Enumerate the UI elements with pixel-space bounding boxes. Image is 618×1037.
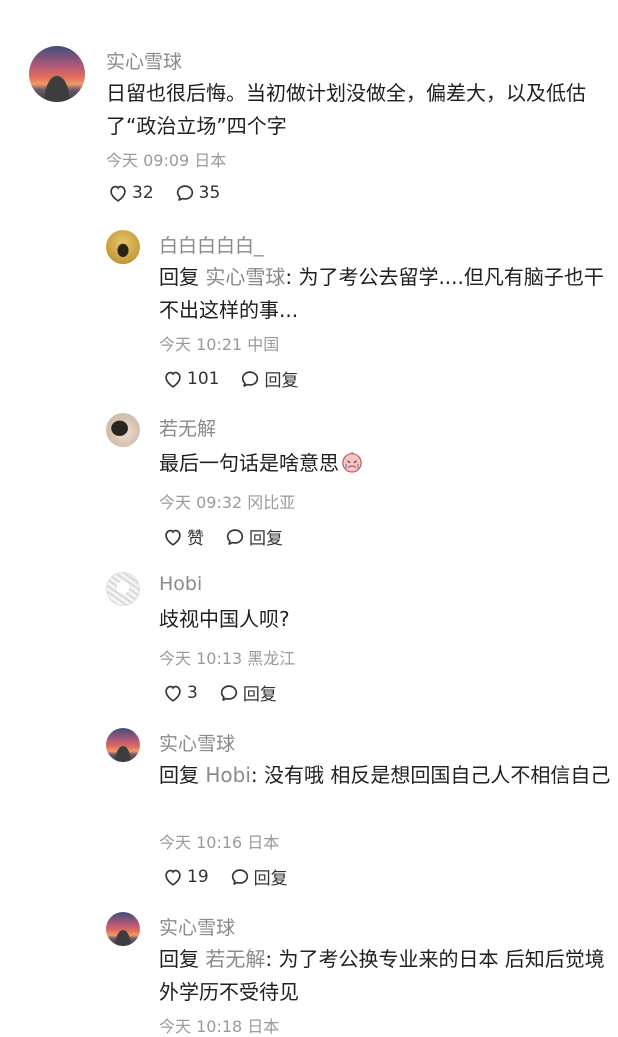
like-count: 3 [187, 682, 198, 703]
comment-text: 最后一句话是啥意思 [159, 447, 611, 480]
username[interactable]: 实心雪球 [159, 729, 235, 756]
reply-target[interactable]: 若无解 [205, 947, 265, 971]
username[interactable]: Hobi [159, 573, 202, 595]
avatar[interactable] [29, 46, 85, 102]
chat-bubble-icon [220, 684, 237, 701]
like-label: 赞 [187, 529, 204, 549]
reply-button[interactable]: 回复 [218, 680, 277, 705]
like-button[interactable]: 19 [162, 866, 209, 888]
comment-meta: 今天 10:18 日本 [159, 1017, 280, 1036]
reply-prefix: 回复 [159, 265, 199, 289]
comment-text: 日留也很后悔。当初做计划没做全，偏差大，以及低估了“政治立场”四个字 [106, 81, 586, 138]
reply-target[interactable]: Hobi [205, 763, 251, 787]
comment-meta: 今天 10:13 黑龙江 [159, 649, 296, 668]
avatar[interactable] [106, 572, 140, 606]
avatar[interactable] [106, 413, 140, 447]
reply-button[interactable]: 回复 [229, 864, 288, 889]
username[interactable]: 实心雪球 [106, 47, 182, 74]
reply-button[interactable]: 回复 [224, 524, 283, 549]
reply-label: 回复 [264, 371, 299, 391]
reply-label: 回复 [253, 869, 288, 889]
heart-icon [165, 371, 181, 388]
comment-actions: 19 回复 [162, 864, 308, 889]
comment-actions: 101 回复 [162, 366, 318, 391]
comment-text: 回复 Hobi: 没有哦 相反是想回国自己人不相信自己 [159, 759, 611, 792]
avatar[interactable] [106, 728, 140, 762]
like-button[interactable]: 3 [162, 682, 198, 704]
comment-actions: 赞 回复 [162, 524, 303, 549]
heart-icon [165, 685, 181, 702]
like-count: 32 [132, 183, 154, 203]
chat-bubble-icon [176, 185, 193, 201]
reply-prefix: 回复 [159, 763, 199, 787]
comment-text: 回复 若无解: 为了考公换专业来的日本 后知后觉境外学历不受待见 [159, 943, 611, 1009]
like-button[interactable]: 101 [162, 368, 219, 390]
chat-bubble-icon [226, 528, 244, 545]
chat-bubble-icon [242, 370, 259, 387]
comment-body: 最后一句话是啥意思 [159, 451, 339, 475]
reply-prefix: 回复 [159, 947, 199, 971]
comment-meta: 今天 09:09 日本 [106, 151, 227, 170]
comment-text: 回复 实心雪球: 为了考公去留学....但凡有脑子也干不出这样的事... [159, 261, 611, 327]
reply-label: 回复 [242, 685, 277, 705]
reply-target[interactable]: 实心雪球 [205, 265, 285, 289]
heart-icon [165, 869, 181, 886]
username[interactable]: 若无解 [159, 414, 216, 441]
reply-body: : 没有哦 相反是想回国自己人不相信自己 [250, 763, 611, 787]
crying-face-sticker [342, 452, 362, 473]
reply-button[interactable]: 回复 [239, 366, 298, 391]
like-count: 101 [187, 368, 220, 389]
reply-count: 35 [198, 183, 221, 203]
comment-meta: 今天 10:21 中国 [159, 335, 280, 354]
like-button[interactable]: 赞 [162, 524, 204, 549]
comment-meta: 今天 10:16 日本 [159, 833, 280, 852]
comment-text: 歧视中国人呗? [159, 607, 290, 631]
heart-icon [165, 529, 181, 546]
reply-button[interactable]: 35 [174, 182, 221, 204]
heart-icon [110, 185, 126, 202]
comment-actions: 3 回复 [162, 680, 297, 705]
comment-meta: 今天 09:32 冈比亚 [159, 493, 296, 512]
avatar[interactable] [106, 912, 140, 946]
chat-bubble-icon [231, 868, 248, 885]
reply-label: 回复 [249, 529, 283, 549]
username[interactable]: 白白白白白_ [159, 231, 264, 258]
comment-actions: 32 35 [107, 182, 240, 204]
like-count: 19 [187, 866, 209, 887]
username[interactable]: 实心雪球 [159, 913, 235, 940]
avatar[interactable] [106, 230, 140, 264]
like-button[interactable]: 32 [107, 182, 154, 204]
